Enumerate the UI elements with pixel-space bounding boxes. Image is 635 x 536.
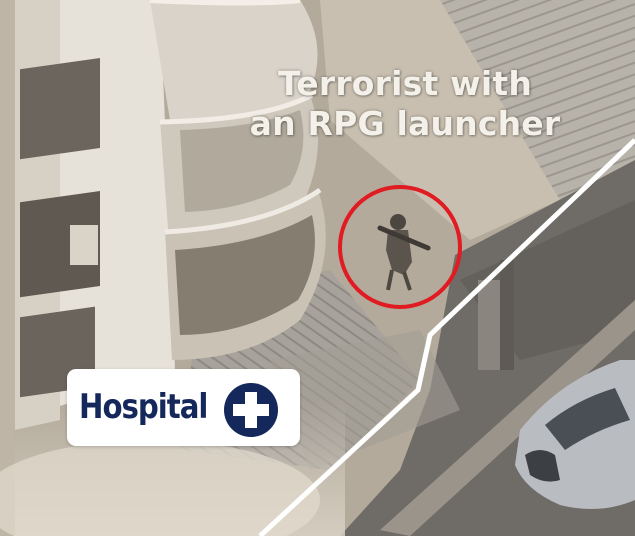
caption-line: Terrorist with	[277, 64, 533, 103]
photo-caption: Terrorist with an RPG launcher	[240, 64, 570, 144]
medical-cross-icon	[224, 383, 278, 437]
hospital-label: Hospital	[67, 369, 300, 446]
hospital-label-text: Hospital	[79, 387, 208, 427]
curved-balconies	[149, 0, 326, 360]
caption-line: an RPG launcher	[249, 104, 561, 143]
photo-frame: Terrorist with an RPG launcher Hospital	[0, 0, 635, 536]
